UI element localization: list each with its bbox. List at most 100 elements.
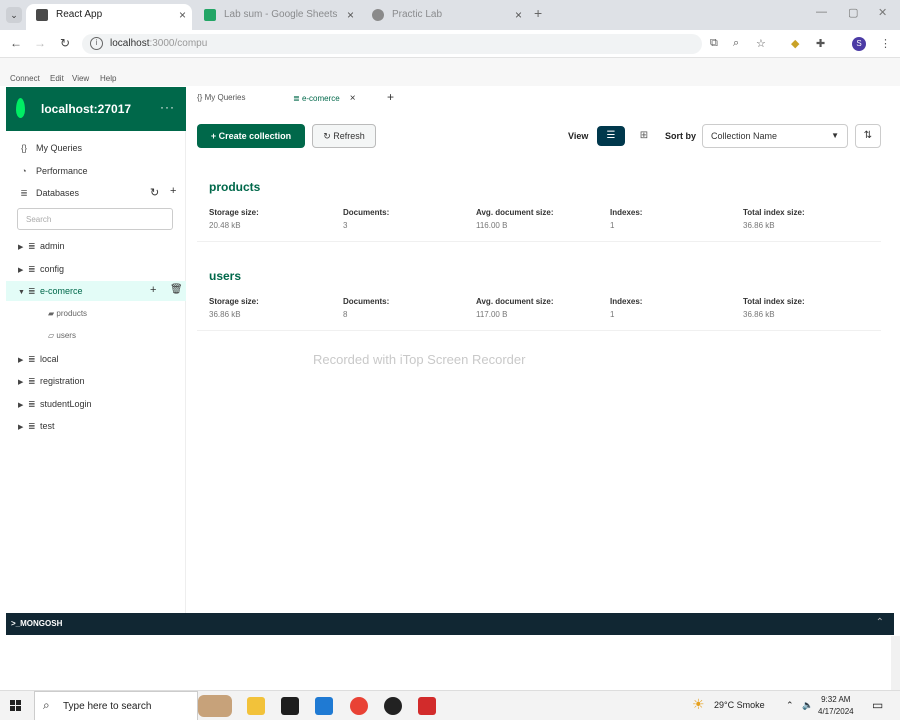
grid-view-toggle[interactable]: ⊞ xyxy=(634,126,654,146)
sidebar-search-input[interactable]: Search xyxy=(17,208,173,230)
trash-icon[interactable]: 🗑 xyxy=(170,284,183,295)
add-collection-icon[interactable]: + xyxy=(150,284,156,296)
caret-right-icon[interactable]: ▶ xyxy=(18,356,28,364)
collection-card-users[interactable]: users Storage size: 36.86 kB Documents: 8 … xyxy=(197,257,881,331)
install-icon[interactable]: ⧉ xyxy=(710,37,718,50)
sidebar-item-databases[interactable]: ≣ Databases xyxy=(18,188,79,202)
minimize-icon[interactable]: — xyxy=(816,6,827,18)
stat-documents: Documents: 8 xyxy=(343,297,389,319)
list-view-toggle[interactable]: ☰ xyxy=(597,126,625,146)
close-tab-icon[interactable]: × xyxy=(347,4,354,26)
close-tab-icon[interactable]: × xyxy=(515,4,522,26)
forward-icon[interactable]: → xyxy=(34,36,46,50)
menu-help[interactable]: Help xyxy=(100,74,116,83)
menu-kebab-icon[interactable]: ⋮ xyxy=(880,37,891,50)
compass-icon[interactable] xyxy=(384,697,402,715)
db-item-e-comerce[interactable]: ▼ ≣ e-comerce xyxy=(18,286,83,300)
close-window-icon[interactable]: ✕ xyxy=(878,6,887,19)
extension-icon[interactable]: ◆ xyxy=(791,37,799,50)
caret-right-icon[interactable]: ▶ xyxy=(18,401,28,409)
tab-label: My Queries xyxy=(204,93,246,102)
stat-storage-size: Storage size: 36.86 kB xyxy=(209,297,259,319)
new-tab-icon[interactable]: + xyxy=(534,5,542,21)
sidebar-item-my-queries[interactable]: {} My Queries xyxy=(18,143,82,157)
list-icon: ☰ xyxy=(606,130,616,141)
chevron-up-icon[interactable]: ⌃ xyxy=(786,700,794,711)
vscode-icon[interactable] xyxy=(315,697,333,715)
weather-text[interactable]: 29°C Smoke xyxy=(714,700,765,710)
caret-right-icon[interactable]: ▶ xyxy=(18,266,28,274)
close-tab-icon[interactable]: × xyxy=(179,4,186,26)
collection-label: users xyxy=(56,331,76,340)
search-mascot-icon[interactable] xyxy=(198,695,232,717)
tab-search-icon[interactable]: ⌄ xyxy=(6,7,22,23)
caret-right-icon[interactable]: ▶ xyxy=(18,378,28,386)
notification-icon[interactable]: ▭ xyxy=(872,698,883,712)
clock[interactable]: 9:32 AM 4/17/2024 xyxy=(818,694,854,718)
refresh-button[interactable]: ↻ Refresh xyxy=(312,124,376,148)
stat-value: 3 xyxy=(343,221,348,230)
collection-card-products[interactable]: products Storage size: 20.48 kB Documents… xyxy=(197,168,881,242)
collection-item-users[interactable]: ▱ users xyxy=(48,331,76,340)
browser-tab-react-app[interactable]: React App × xyxy=(26,4,192,30)
db-item-admin[interactable]: ▶ ≣ admin xyxy=(18,241,65,255)
chrome-icon[interactable] xyxy=(350,697,368,715)
db-item-studentlogin[interactable]: ▶ ≣ studentLogin xyxy=(18,399,92,413)
file-explorer-icon[interactable] xyxy=(247,697,265,715)
caret-right-icon[interactable]: ▶ xyxy=(18,243,28,251)
zoom-icon[interactable]: ⌕ xyxy=(733,37,739,50)
taskbar-search-input[interactable]: ⌕ Type here to search xyxy=(34,691,198,720)
app-menubar: Connect Edit View Help xyxy=(0,72,900,86)
tab-my-queries[interactable]: {} My Queries xyxy=(197,93,245,102)
sort-direction-button[interactable]: ⇅ xyxy=(855,124,881,148)
create-collection-button[interactable]: + Create collection xyxy=(197,124,305,148)
menu-connect[interactable]: Connect xyxy=(10,74,40,83)
volume-icon[interactable]: 🔈 xyxy=(802,700,813,711)
collection-item-products[interactable]: ▰ products xyxy=(48,309,87,318)
bookmark-star-icon[interactable]: ☆ xyxy=(756,37,766,50)
add-database-icon[interactable]: + xyxy=(170,185,176,197)
reload-icon[interactable]: ↻ xyxy=(60,36,70,50)
menu-edit[interactable]: Edit xyxy=(50,74,64,83)
profile-avatar[interactable]: S xyxy=(852,37,866,51)
db-item-local[interactable]: ▶ ≣ local xyxy=(18,354,59,368)
maximize-icon[interactable]: ▢ xyxy=(848,6,858,19)
weather-icon: ☀ xyxy=(692,696,705,712)
omnibox[interactable]: i localhost:3000/compu xyxy=(82,34,702,54)
stat-label: Total index size: xyxy=(743,208,805,217)
connection-header[interactable]: localhost:27017 ··· xyxy=(6,87,186,131)
back-icon[interactable]: ← xyxy=(10,36,22,50)
puzzle-icon[interactable]: ✚ xyxy=(816,37,825,50)
collection-label: products xyxy=(56,309,88,318)
windows-start-icon[interactable] xyxy=(10,700,22,712)
react-favicon-icon xyxy=(36,9,48,21)
browser-tab-practic[interactable]: Practic Lab × xyxy=(362,4,528,30)
more-options-icon[interactable]: ··· xyxy=(160,100,175,114)
stat-documents: Documents: 3 xyxy=(343,208,389,230)
close-tab-icon[interactable]: × xyxy=(350,93,356,104)
refresh-databases-icon[interactable]: ↻ xyxy=(150,186,159,199)
stat-total-index-size: Total index size: 36.86 kB xyxy=(743,297,805,319)
db-item-config[interactable]: ▶ ≣ config xyxy=(18,264,64,278)
terminal-icon[interactable] xyxy=(281,697,299,715)
new-tab-icon[interactable]: + xyxy=(387,90,394,104)
stat-avg-doc-size: Avg. document size: 117.00 B xyxy=(476,297,554,319)
collection-name[interactable]: users xyxy=(209,269,241,283)
scrollbar[interactable] xyxy=(891,636,900,690)
stat-label: Storage size: xyxy=(209,297,259,306)
sidebar-item-performance[interactable]: ◔ Performance xyxy=(18,166,87,180)
db-item-test[interactable]: ▶ ≣ test xyxy=(18,421,55,435)
mongosh-bar[interactable]: >_MONGOSH ⌃ xyxy=(6,613,894,635)
tab-e-comerce[interactable]: ≣ e-comerce × xyxy=(293,93,356,104)
db-item-registration[interactable]: ▶ ≣ registration xyxy=(18,376,85,390)
menu-view[interactable]: View xyxy=(72,74,89,83)
caret-right-icon[interactable]: ▶ xyxy=(18,423,28,431)
site-info-icon[interactable]: i xyxy=(90,37,103,50)
sort-by-select[interactable]: Collection Name ▼ xyxy=(702,124,848,148)
browser-tab-sheets[interactable]: Lab sum - Google Sheets × xyxy=(194,4,360,30)
chevron-up-icon[interactable]: ⌃ xyxy=(876,617,884,628)
collection-name[interactable]: products xyxy=(209,180,260,194)
screen-recorder-icon[interactable] xyxy=(418,697,436,715)
db-label: admin xyxy=(40,241,65,251)
caret-down-icon[interactable]: ▼ xyxy=(18,289,28,296)
